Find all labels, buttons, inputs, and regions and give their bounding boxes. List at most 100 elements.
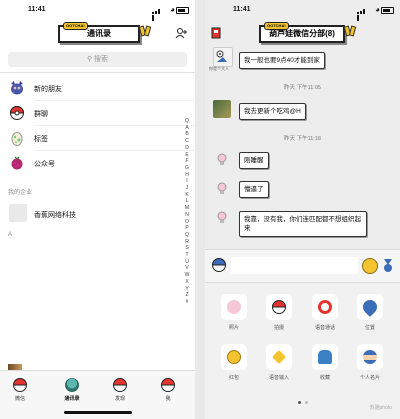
index-letter[interactable]: K: [183, 192, 191, 199]
index-letter[interactable]: A: [183, 125, 191, 132]
panel-item-label: 照片: [228, 325, 239, 331]
tab-me[interactable]: 我: [148, 378, 188, 402]
message-bubble[interactable]: 我一般也要9点40才能到家: [239, 52, 325, 69]
tab-label: 发现: [114, 396, 125, 402]
panel-item-photo[interactable]: 照片: [216, 294, 252, 331]
title-tag: GOTCHA!: [264, 22, 289, 30]
page-dot: [304, 401, 308, 404]
nav-bar: GOTCHA! 葫芦娃微信分部(8): [205, 20, 400, 46]
index-letter[interactable]: U: [183, 259, 191, 266]
index-letter[interactable]: J: [183, 185, 191, 192]
panel-item-label: 收藏: [319, 375, 330, 381]
panel-item-voice-call[interactable]: 语音通话: [307, 294, 343, 331]
search-input[interactable]: ⚲ 搜索: [8, 52, 187, 67]
index-letter[interactable]: D: [183, 145, 191, 152]
index-letter[interactable]: V: [183, 265, 191, 272]
message-bubble[interactable]: 刚睡醒: [239, 152, 269, 169]
voice-toggle-icon[interactable]: [212, 258, 226, 272]
more-options-icon: [384, 259, 392, 272]
add-contact-button[interactable]: [175, 26, 187, 39]
panel-item-voice-input[interactable]: 语音输入: [261, 344, 297, 381]
contact-item-label: 公众号: [34, 161, 55, 168]
message-input[interactable]: [231, 257, 358, 274]
location-icon: [360, 297, 380, 317]
panel-item-red-packet[interactable]: 红包: [216, 344, 252, 381]
avatar[interactable]: [215, 181, 229, 195]
avatar[interactable]: [213, 100, 231, 118]
tab-discover[interactable]: 发现: [100, 378, 140, 402]
tab-wechat[interactable]: 微信: [0, 378, 40, 402]
home-indicator: [63, 411, 132, 414]
message-bubble[interactable]: 懵逼了: [239, 181, 269, 198]
index-letter[interactable]: T: [183, 252, 191, 259]
message-bubble[interactable]: 我靠，没有我，你们连匹配都不想组织起来: [239, 211, 367, 237]
index-letter[interactable]: Q: [183, 232, 191, 239]
emoji-icon[interactable]: [362, 258, 378, 274]
sender-name: 你是个大人: [209, 66, 229, 71]
avatar[interactable]: [215, 152, 229, 166]
index-letter[interactable]: O: [183, 219, 191, 226]
nav-bar: GOTCHA! 通讯录: [0, 20, 195, 46]
index-letter[interactable]: E: [183, 152, 191, 159]
index-letter[interactable]: W: [183, 272, 191, 279]
index-letter[interactable]: C: [183, 138, 191, 145]
favorites-icon: [318, 350, 332, 364]
page-title: GOTCHA! 通讯录: [58, 22, 140, 43]
section-header-enterprise: 我的企业: [8, 190, 33, 196]
pokeball-chats-icon: [13, 378, 27, 392]
message-bubble[interactable]: 我去更新个吃鸡@H: [239, 103, 306, 120]
tab-contacts[interactable]: 通讯录: [52, 378, 92, 402]
index-letter[interactable]: B: [183, 131, 191, 138]
group-chat-screen: 11:41 ◕ GOTCHA! 葫芦娃微信分部(8) 你是个大人 我一般也要9点…: [205, 0, 400, 419]
panel-item-box: [357, 294, 383, 320]
index-letter[interactable]: X: [183, 279, 191, 286]
enterprise-item[interactable]: 香蕉网络科技: [0, 199, 195, 227]
index-letter[interactable]: L: [183, 198, 191, 205]
page-title-text: 通讯录: [87, 29, 111, 38]
index-letter[interactable]: G: [183, 165, 191, 172]
panel-item-contact-card[interactable]: 个人名片: [352, 344, 388, 381]
avatar[interactable]: [215, 210, 229, 224]
contact-card-icon: [363, 350, 377, 364]
index-letter[interactable]: #: [183, 299, 191, 306]
pokeball-discover-icon: [113, 378, 127, 392]
avatar[interactable]: [213, 47, 233, 67]
panel-item-camera[interactable]: 拍摄: [261, 294, 297, 331]
panel-item-favorites[interactable]: 收藏: [307, 344, 343, 381]
alphabet-index[interactable]: Q A B C D E F G H I J K L M N O P Q R S T U V W X Y Z #: [183, 118, 191, 306]
index-letter[interactable]: M: [183, 205, 191, 212]
status-bar: 11:41 ◕: [0, 0, 195, 21]
contact-item-label: 新的朋友: [34, 86, 62, 93]
index-letter[interactable]: Y: [183, 286, 191, 293]
index-letter[interactable]: P: [183, 225, 191, 232]
pokeball-group-icon: [9, 106, 25, 120]
contact-item-tags[interactable]: 标签: [0, 126, 195, 151]
camera-icon: [272, 300, 286, 314]
panel-item-label: 红包: [228, 375, 239, 381]
index-letter[interactable]: F: [183, 158, 191, 165]
avatar-sticker-icon: [216, 50, 227, 62]
contact-item-group-chats[interactable]: 群聊: [0, 101, 195, 126]
index-letter[interactable]: H: [183, 172, 191, 179]
tab-label: 通讯录: [64, 396, 80, 402]
chat-info-button[interactable]: [343, 25, 357, 38]
contact-item-new-friends[interactable]: 新的朋友: [0, 76, 195, 101]
wifi-icon: ◕: [375, 5, 380, 14]
status-time: 11:41: [28, 6, 46, 13]
new-friends-pokemon-icon: [11, 81, 23, 95]
pokeball-me-icon: [161, 378, 175, 392]
tab-bar: 微信 通讯录 发现 我: [0, 370, 195, 419]
index-letter[interactable]: R: [183, 239, 191, 246]
chat-input-bar: [205, 249, 400, 282]
signal-icon: [357, 7, 368, 21]
index-letter[interactable]: I: [183, 178, 191, 185]
index-letter[interactable]: N: [183, 212, 191, 219]
back-button[interactable]: [211, 26, 221, 39]
panel-item-location[interactable]: 位置: [352, 294, 388, 331]
index-letter[interactable]: S: [183, 245, 191, 252]
contact-item-official-accounts[interactable]: 公众号: [0, 151, 195, 176]
index-letter[interactable]: Q: [183, 118, 191, 125]
more-options-icon[interactable]: [381, 257, 395, 273]
page-dot: [297, 401, 301, 404]
index-letter[interactable]: Z: [183, 292, 191, 299]
